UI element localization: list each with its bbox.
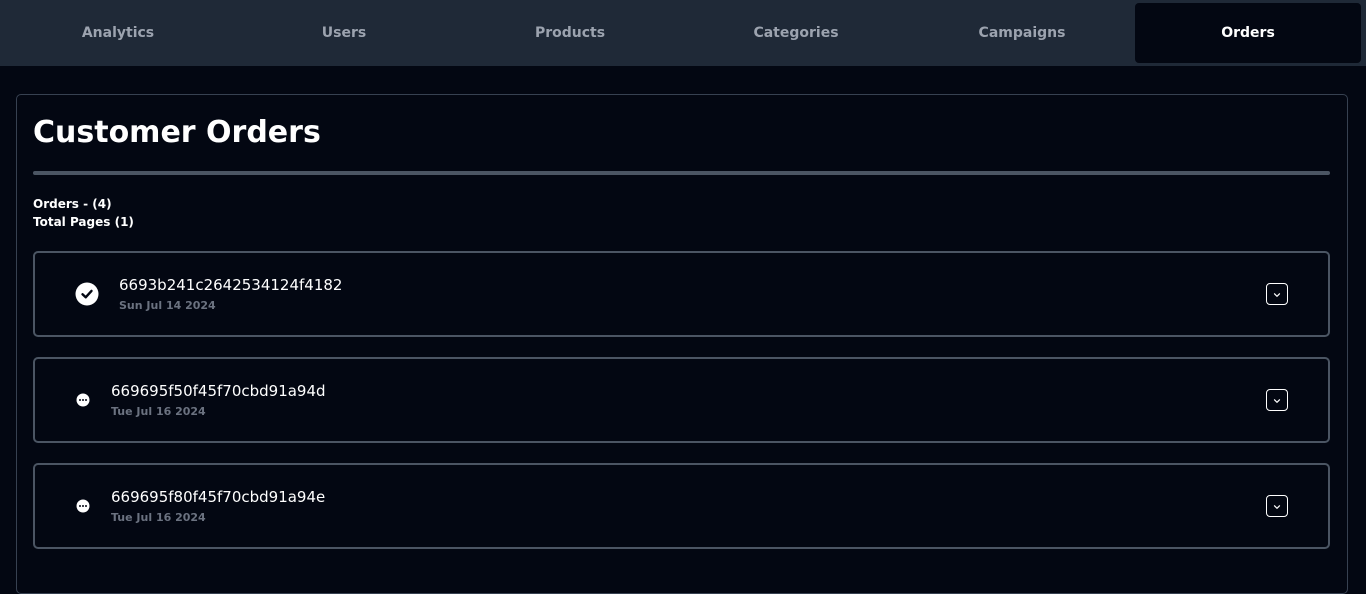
order-id: 669695f80f45f70cbd91a94e: [111, 488, 326, 506]
order-date: Tue Jul 16 2024: [111, 405, 206, 418]
tab-products[interactable]: Products: [457, 3, 683, 63]
tab-users[interactable]: Users: [231, 3, 457, 63]
nav-tabbar: Analytics Users Products Categories Camp…: [0, 0, 1366, 66]
order-date: Tue Jul 16 2024: [111, 511, 206, 524]
chevron-down-icon: [1272, 497, 1282, 516]
page-title: Customer Orders: [33, 115, 321, 150]
chevron-down-icon: [1272, 391, 1282, 410]
total-pages: Total Pages (1): [33, 215, 134, 229]
order-row[interactable]: 669695f50f45f70cbd91a94d Tue Jul 16 2024: [33, 357, 1330, 443]
order-row[interactable]: 669695f80f45f70cbd91a94e Tue Jul 16 2024: [33, 463, 1330, 549]
order-date: Sun Jul 14 2024: [119, 299, 216, 312]
tab-campaigns[interactable]: Campaigns: [909, 3, 1135, 63]
order-id: 669695f50f45f70cbd91a94d: [111, 382, 326, 400]
chevron-down-icon: [1272, 285, 1282, 304]
check-circle-icon: [75, 282, 99, 306]
tab-orders[interactable]: Orders: [1135, 3, 1361, 63]
expand-order-button[interactable]: [1266, 283, 1288, 305]
order-id: 6693b241c2642534124f4182: [119, 276, 343, 294]
expand-order-button[interactable]: [1266, 389, 1288, 411]
title-divider: [33, 171, 1330, 175]
expand-order-button[interactable]: [1266, 495, 1288, 517]
tab-categories[interactable]: Categories: [683, 3, 909, 63]
orders-count: Orders - (4): [33, 197, 112, 211]
tab-analytics[interactable]: Analytics: [5, 3, 231, 63]
orders-panel: Customer Orders Orders - (4) Total Pages…: [16, 94, 1348, 594]
ellipsis-circle-icon: [76, 393, 90, 407]
order-row[interactable]: 6693b241c2642534124f4182 Sun Jul 14 2024: [33, 251, 1330, 337]
ellipsis-circle-icon: [76, 499, 90, 513]
